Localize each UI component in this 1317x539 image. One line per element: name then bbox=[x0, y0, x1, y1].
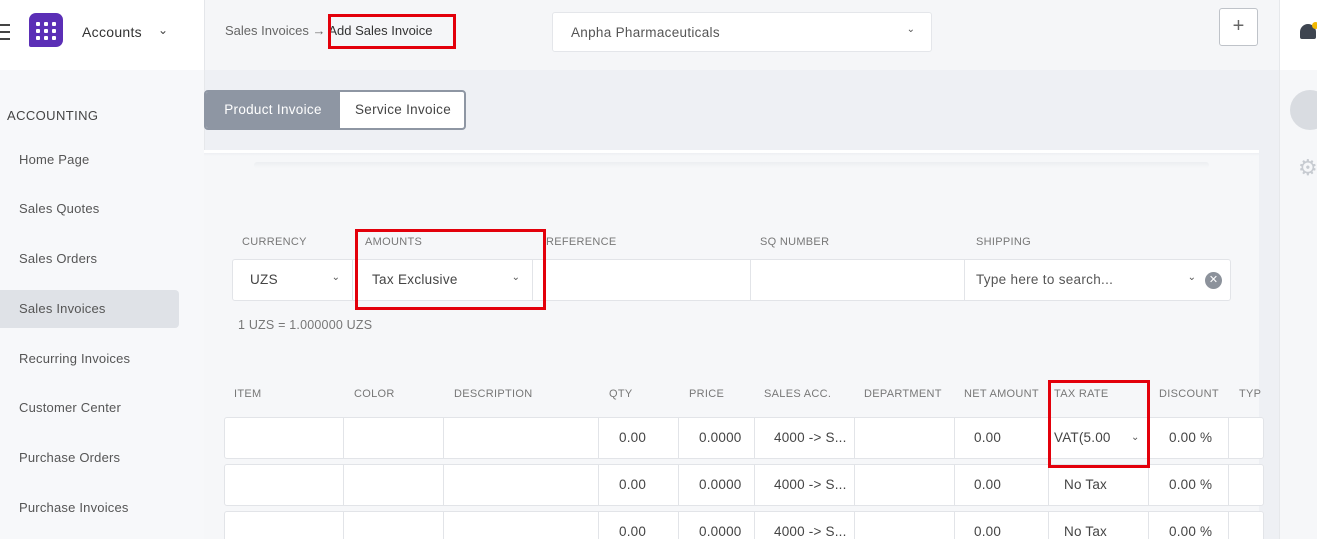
app-name[interactable]: Accounts bbox=[82, 24, 142, 40]
discount-input[interactable]: 0.00 % bbox=[1149, 512, 1229, 539]
add-button[interactable]: + bbox=[1219, 8, 1258, 46]
highlight-box bbox=[1048, 380, 1150, 468]
clear-icon[interactable]: ✕ bbox=[1205, 272, 1222, 289]
sidebar-section-title: ACCOUNTING bbox=[7, 108, 99, 123]
column-header-description: DESCRIPTION bbox=[454, 388, 533, 400]
description-input[interactable] bbox=[444, 512, 599, 539]
sidebar-item-sales-quotes[interactable]: Sales Quotes bbox=[0, 190, 179, 228]
highlight-box bbox=[328, 14, 456, 49]
color-input[interactable] bbox=[344, 512, 444, 539]
shipping-label: SHIPPING bbox=[976, 236, 1031, 248]
column-header-sales-account: SALES ACC. bbox=[764, 388, 832, 400]
type-select[interactable] bbox=[1229, 512, 1265, 539]
column-header-color: COLOR bbox=[354, 388, 395, 400]
sidebar-item-home-page[interactable]: Home Page bbox=[0, 141, 179, 179]
qty-input[interactable]: 0.00 bbox=[599, 418, 679, 458]
sidebar-item-sales-orders[interactable]: Sales Orders bbox=[0, 240, 179, 278]
net-amount-value: 0.00 bbox=[955, 512, 1049, 539]
discount-input[interactable]: 0.00 % bbox=[1149, 465, 1229, 505]
tax-rate-select[interactable]: No Tax bbox=[1049, 512, 1149, 539]
breadcrumb-separator: → bbox=[312, 23, 326, 38]
sq-number-label: SQ NUMBER bbox=[760, 236, 830, 248]
app-switcher[interactable]: Accounts ⌄ bbox=[0, 0, 205, 70]
tax-rate-select[interactable]: No Tax bbox=[1049, 465, 1149, 505]
item-select[interactable] bbox=[225, 465, 344, 505]
sales-account-select[interactable]: 4000 -> S... bbox=[755, 418, 855, 458]
item-select[interactable] bbox=[225, 512, 344, 539]
highlight-box bbox=[355, 229, 546, 310]
reference-label: REFERENCE bbox=[546, 236, 617, 248]
sq-number-input[interactable] bbox=[751, 260, 965, 300]
net-amount-value: 0.00 bbox=[955, 465, 1049, 505]
currency-label: CURRENCY bbox=[242, 236, 307, 248]
top-bar: Accounts ⌄ Sales Invoices → Add Sales In… bbox=[0, 0, 1279, 70]
department-select[interactable] bbox=[855, 465, 955, 505]
column-header-department: DEPARTMENT bbox=[864, 388, 942, 400]
column-header-item: ITEM bbox=[234, 388, 262, 400]
currency-select-value: UZS bbox=[250, 272, 278, 287]
sidebar: ACCOUNTING Home Page Sales Quotes Sales … bbox=[0, 70, 205, 539]
column-header-qty: QTY bbox=[609, 388, 633, 400]
gear-icon[interactable]: ⚙ bbox=[1298, 155, 1317, 181]
shipping-search-input[interactable]: Type here to search... ⌄ ✕ bbox=[965, 260, 1230, 300]
net-amount-value: 0.00 bbox=[955, 418, 1049, 458]
app-logo-icon bbox=[29, 13, 63, 47]
sidebar-item-purchase-invoices[interactable]: Purchase Invoices bbox=[0, 489, 179, 527]
department-select[interactable] bbox=[855, 512, 955, 539]
reference-input[interactable] bbox=[533, 260, 751, 300]
qty-input[interactable]: 0.00 bbox=[599, 465, 679, 505]
type-select[interactable] bbox=[1229, 418, 1265, 458]
column-header-net-amount: NET AMOUNT bbox=[964, 388, 1039, 400]
tab-product-invoice[interactable]: Product Invoice bbox=[206, 92, 340, 128]
column-header-discount: DISCOUNT bbox=[1159, 388, 1219, 400]
item-select[interactable] bbox=[225, 418, 344, 458]
type-select[interactable] bbox=[1229, 465, 1265, 505]
description-input[interactable] bbox=[444, 418, 599, 458]
price-input[interactable]: 0.0000 bbox=[679, 418, 755, 458]
chevron-down-icon[interactable]: ⌄ bbox=[1188, 272, 1196, 283]
table-row: 0.00 0.0000 4000 -> S... 0.00 No Tax 0.0… bbox=[224, 511, 1264, 539]
shipping-search-placeholder: Type here to search... bbox=[976, 272, 1114, 287]
avatar[interactable] bbox=[1290, 90, 1317, 130]
department-select[interactable] bbox=[855, 418, 955, 458]
table-row: 0.00 0.0000 4000 -> S... 0.00 No Tax 0.0… bbox=[224, 464, 1264, 506]
menu-icon[interactable] bbox=[0, 24, 10, 40]
tab-service-invoice[interactable]: Service Invoice bbox=[340, 92, 464, 128]
bell-icon[interactable] bbox=[1300, 22, 1317, 42]
breadcrumb-parent[interactable]: Sales Invoices bbox=[225, 23, 309, 38]
price-input[interactable]: 0.0000 bbox=[679, 465, 755, 505]
column-header-price: PRICE bbox=[689, 388, 725, 400]
column-header-type: TYP bbox=[1239, 388, 1262, 400]
sidebar-item-customer-center[interactable]: Customer Center bbox=[0, 389, 179, 427]
discount-input[interactable]: 0.00 % bbox=[1149, 418, 1229, 458]
company-select-value: Anpha Pharmaceuticals bbox=[571, 25, 720, 40]
chevron-down-icon: ⌄ bbox=[331, 272, 340, 283]
qty-input[interactable]: 0.00 bbox=[599, 512, 679, 539]
sidebar-item-recurring-invoices[interactable]: Recurring Invoices bbox=[0, 340, 179, 378]
chevron-down-icon: ⌄ bbox=[906, 24, 915, 35]
sidebar-item-purchase-orders[interactable]: Purchase Orders bbox=[0, 439, 179, 477]
invoice-type-tabs: Product Invoice Service Invoice bbox=[204, 90, 466, 130]
description-input[interactable] bbox=[444, 465, 599, 505]
company-select[interactable]: Anpha Pharmaceuticals ⌄ bbox=[552, 12, 932, 52]
price-input[interactable]: 0.0000 bbox=[679, 512, 755, 539]
sales-account-select[interactable]: 4000 -> S... bbox=[755, 512, 855, 539]
currency-select[interactable]: UZS ⌄ bbox=[233, 260, 353, 300]
right-rail: ⚙ bbox=[1279, 0, 1317, 539]
color-input[interactable] bbox=[344, 418, 444, 458]
notification-dot bbox=[1312, 22, 1317, 29]
sales-account-select[interactable]: 4000 -> S... bbox=[755, 465, 855, 505]
chevron-down-icon[interactable]: ⌄ bbox=[158, 23, 168, 37]
exchange-rate-note: 1 UZS = 1.000000 UZS bbox=[238, 318, 373, 332]
color-input[interactable] bbox=[344, 465, 444, 505]
sidebar-item-sales-invoices[interactable]: Sales Invoices bbox=[0, 290, 179, 328]
